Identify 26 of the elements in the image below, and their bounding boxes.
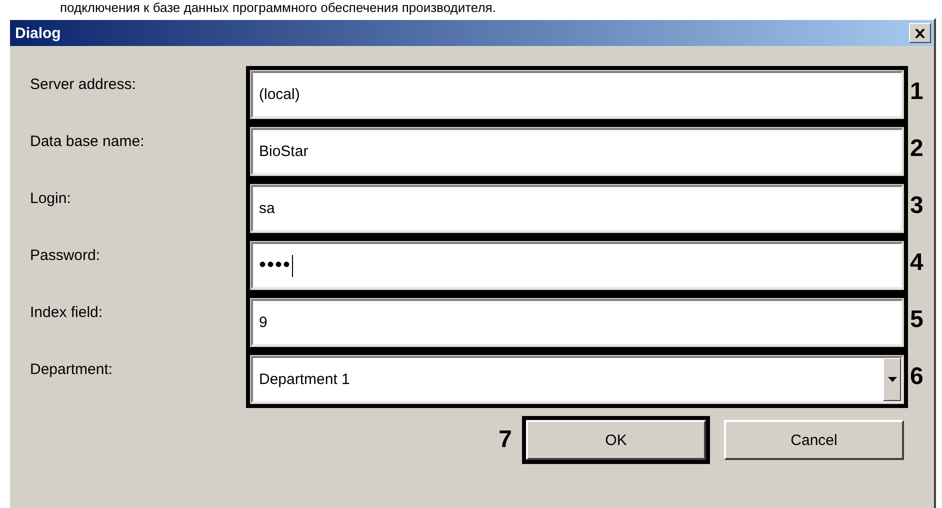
dialog-button[interactable]: OK: [526, 420, 706, 460]
close-button[interactable]: [909, 23, 931, 43]
field-label: Login:: [30, 189, 72, 209]
field-label: Data base name:: [30, 132, 146, 152]
field-label: Server address:: [30, 75, 137, 95]
text-cursor: [292, 254, 294, 276]
callout-number: 2: [909, 134, 924, 164]
callout-number: 6: [909, 362, 924, 392]
callout-number: 1: [909, 77, 924, 107]
field-label: Department:: [30, 360, 114, 380]
text-field[interactable]: sa: [251, 185, 903, 232]
callout-number: 3: [909, 191, 924, 221]
window-title: Dialog: [15, 24, 61, 42]
close-icon: [915, 28, 925, 38]
callout-number: 4: [909, 248, 924, 278]
field-label: Index field:: [30, 303, 104, 323]
text-field[interactable]: (local): [251, 71, 903, 118]
caption-text: подключения к базе данных программного обеспечения производителя.: [59, 0, 497, 17]
text-field[interactable]: BioStar: [251, 128, 903, 175]
dialog-button[interactable]: Cancel: [724, 420, 904, 460]
department-dropdown[interactable]: Department 1: [251, 356, 903, 403]
password-field[interactable]: ••••: [251, 242, 903, 289]
text-field[interactable]: 9: [251, 299, 903, 346]
callout-number: 5: [909, 305, 924, 335]
field-label: Password:: [30, 246, 102, 266]
callout-number: 7: [498, 426, 512, 454]
